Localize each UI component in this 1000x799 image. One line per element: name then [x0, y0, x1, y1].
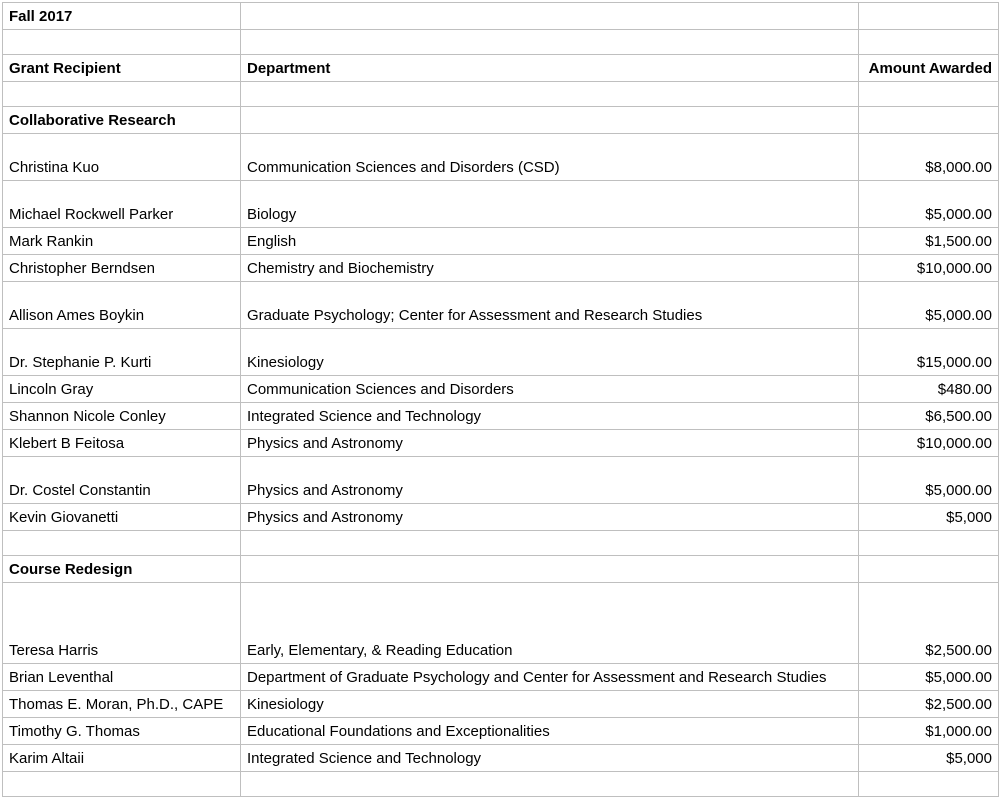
recipient-cell: Dr. Stephanie P. Kurti	[3, 329, 241, 376]
table-row: Timothy G. Thomas Educational Foundation…	[3, 718, 999, 745]
section-collab: Collaborative Research	[3, 107, 241, 134]
amount-cell: $5,000.00	[859, 457, 999, 504]
department-cell: Chemistry and Biochemistry	[241, 255, 859, 282]
amount-cell: $5,000.00	[859, 282, 999, 329]
section-row: Collaborative Research	[3, 107, 999, 134]
department-cell: Educational Foundations and Exceptionali…	[241, 718, 859, 745]
section-course: Course Redesign	[3, 556, 241, 583]
amount-cell: $8,000.00	[859, 134, 999, 181]
table-row: Lincoln Gray Communication Sciences and …	[3, 376, 999, 403]
department-cell: Integrated Science and Technology	[241, 745, 859, 772]
grants-table: Fall 2017 Grant Recipient Department Amo…	[2, 2, 999, 797]
table-row: Karim Altaii Integrated Science and Tech…	[3, 745, 999, 772]
recipient-cell: Brian Leventhal	[3, 664, 241, 691]
recipient-cell: Timothy G. Thomas	[3, 718, 241, 745]
table-row: Brian Leventhal Department of Graduate P…	[3, 664, 999, 691]
amount-cell: $10,000.00	[859, 430, 999, 457]
spacer-row	[3, 30, 999, 55]
department-cell: Biology	[241, 181, 859, 228]
recipient-cell: Lincoln Gray	[3, 376, 241, 403]
header-amount: Amount Awarded	[859, 55, 999, 82]
amount-cell: $1,000.00	[859, 718, 999, 745]
recipient-cell: Dr. Costel Constantin	[3, 457, 241, 504]
department-cell: Physics and Astronomy	[241, 504, 859, 531]
department-cell: Physics and Astronomy	[241, 430, 859, 457]
table-row: Kevin Giovanetti Physics and Astronomy $…	[3, 504, 999, 531]
amount-cell: $15,000.00	[859, 329, 999, 376]
department-cell: Communication Sciences and Disorders	[241, 376, 859, 403]
recipient-cell: Allison Ames Boykin	[3, 282, 241, 329]
recipient-cell: Kevin Giovanetti	[3, 504, 241, 531]
amount-cell: $5,000	[859, 504, 999, 531]
recipient-cell: Shannon Nicole Conley	[3, 403, 241, 430]
table-row: Thomas E. Moran, Ph.D., CAPE Kinesiology…	[3, 691, 999, 718]
department-cell: Physics and Astronomy	[241, 457, 859, 504]
department-cell: Kinesiology	[241, 329, 859, 376]
recipient-cell: Teresa Harris	[3, 583, 241, 664]
recipient-cell: Christopher Berndsen	[3, 255, 241, 282]
department-cell: Kinesiology	[241, 691, 859, 718]
recipient-cell: Christina Kuo	[3, 134, 241, 181]
amount-cell: $5,000	[859, 745, 999, 772]
department-cell: Integrated Science and Technology	[241, 403, 859, 430]
table-row: Christina Kuo Communication Sciences and…	[3, 134, 999, 181]
header-department: Department	[241, 55, 859, 82]
table-row: Allison Ames Boykin Graduate Psychology;…	[3, 282, 999, 329]
title-row: Fall 2017	[3, 3, 999, 30]
recipient-cell: Michael Rockwell Parker	[3, 181, 241, 228]
table-row: Dr. Costel Constantin Physics and Astron…	[3, 457, 999, 504]
department-cell: Early, Elementary, & Reading Education	[241, 583, 859, 664]
title-cell: Fall 2017	[3, 3, 241, 30]
amount-cell: $5,000.00	[859, 181, 999, 228]
table-row: Dr. Stephanie P. Kurti Kinesiology $15,0…	[3, 329, 999, 376]
table-row: Shannon Nicole Conley Integrated Science…	[3, 403, 999, 430]
recipient-cell: Karim Altaii	[3, 745, 241, 772]
recipient-cell: Thomas E. Moran, Ph.D., CAPE	[3, 691, 241, 718]
table-row: Mark Rankin English $1,500.00	[3, 228, 999, 255]
amount-cell: $2,500.00	[859, 583, 999, 664]
table-row: Michael Rockwell Parker Biology $5,000.0…	[3, 181, 999, 228]
department-cell: English	[241, 228, 859, 255]
amount-cell: $480.00	[859, 376, 999, 403]
spacer-row	[3, 82, 999, 107]
table-row: Klebert B Feitosa Physics and Astronomy …	[3, 430, 999, 457]
recipient-cell: Mark Rankin	[3, 228, 241, 255]
department-cell: Communication Sciences and Disorders (CS…	[241, 134, 859, 181]
header-row: Grant Recipient Department Amount Awarde…	[3, 55, 999, 82]
spacer-row	[3, 531, 999, 556]
department-cell: Department of Graduate Psychology and Ce…	[241, 664, 859, 691]
department-cell: Graduate Psychology; Center for Assessme…	[241, 282, 859, 329]
table-row: Teresa Harris Early, Elementary, & Readi…	[3, 583, 999, 664]
table-row: Christopher Berndsen Chemistry and Bioch…	[3, 255, 999, 282]
amount-cell: $6,500.00	[859, 403, 999, 430]
spacer-row	[3, 772, 999, 797]
amount-cell: $5,000.00	[859, 664, 999, 691]
section-row: Course Redesign	[3, 556, 999, 583]
amount-cell: $1,500.00	[859, 228, 999, 255]
recipient-cell: Klebert B Feitosa	[3, 430, 241, 457]
amount-cell: $10,000.00	[859, 255, 999, 282]
header-recipient: Grant Recipient	[3, 55, 241, 82]
amount-cell: $2,500.00	[859, 691, 999, 718]
